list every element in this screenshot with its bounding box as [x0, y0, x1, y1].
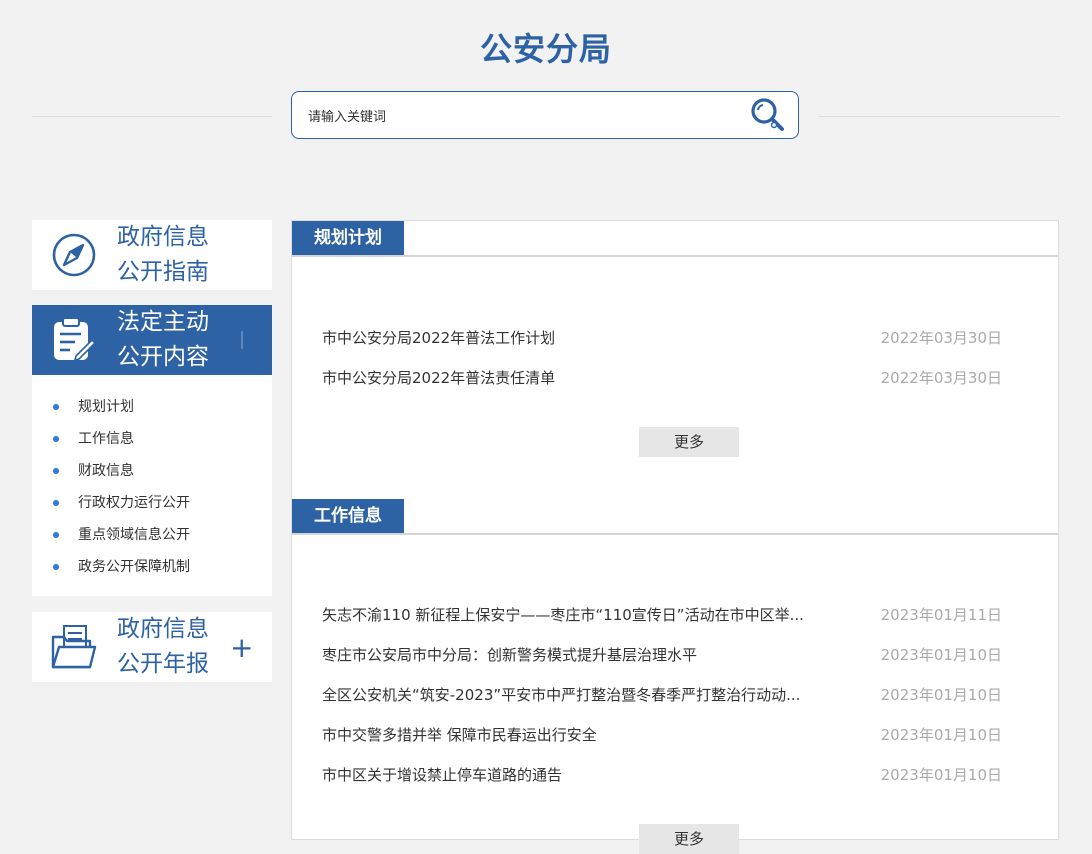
list-item: 市中公安分局2022年普法责任清单 2022年03月30日: [322, 363, 1002, 393]
label-line-1: 政府信息: [117, 224, 209, 250]
list-item: 矢志不渝110 新征程上保安宁——枣庄市“110宣传日”活动在市中区举... 2…: [322, 600, 1002, 630]
sidebar-item-annual-report[interactable]: 政府信息 公开年报 +: [32, 612, 272, 682]
bullet-icon: [53, 468, 59, 474]
list-item: 全区公安机关“筑安-2023”平安市中严打整治暨冬春季严打整治行动动... 20…: [322, 680, 1002, 710]
list-item-date: 2023年01月11日: [880, 606, 1002, 624]
sidebar-subitem-guarantee[interactable]: 政务公开保障机制: [32, 554, 272, 580]
search-icon: [751, 98, 784, 131]
sidebar-subitem-admin-power[interactable]: 行政权力运行公开: [32, 490, 272, 516]
bullet-icon: [53, 436, 59, 442]
list-item-date: 2022年03月30日: [880, 329, 1002, 347]
sidebar-subitem-label: 财政信息: [78, 463, 134, 479]
list-item: 市中区关于增设禁止停车道路的通告 2023年01月10日: [322, 760, 1002, 790]
content-panel: 规划计划 市中公安分局2022年普法工作计划 2022年03月30日 市中公安分…: [291, 220, 1059, 854]
sidebar-subitem-label: 政务公开保障机制: [78, 559, 190, 575]
expand-icon[interactable]: +: [230, 634, 253, 662]
bullet-icon: [53, 564, 59, 570]
bullet-icon: [53, 404, 59, 410]
sidebar-subitem-finance-info[interactable]: 财政信息: [32, 458, 272, 484]
sidebar-subitem-label: 规划计划: [78, 399, 134, 415]
list-item-date: 2022年03月30日: [880, 369, 1002, 387]
label-line-1: 政府信息: [117, 616, 209, 642]
clipboard-edit-icon: [54, 317, 97, 362]
list-item-date: 2023年01月10日: [880, 646, 1002, 664]
list-item: 市中交警多措并举 保障市民春运出行安全 2023年01月10日: [322, 720, 1002, 750]
label-line-2: 公开年报: [117, 651, 209, 677]
sidebar-subitem-plans[interactable]: 规划计划: [32, 394, 272, 420]
header-divider-right: [819, 116, 1060, 117]
header-divider-left: [32, 116, 272, 117]
sidebar-subitem-label: 重点领域信息公开: [78, 527, 190, 543]
search-input[interactable]: [306, 104, 730, 130]
section-tab[interactable]: 工作信息: [292, 499, 404, 533]
search-button[interactable]: [747, 95, 791, 135]
list-item-title[interactable]: 枣庄市公安局市中分局：创新警务模式提升基层治理水平: [322, 645, 862, 665]
label-line-2: 公开指南: [117, 259, 209, 285]
list-item-date: 2023年01月10日: [880, 766, 1002, 784]
section-divider: [292, 533, 1058, 535]
sidebar-item-label: 政府信息 公开指南: [117, 220, 227, 290]
sidebar-subitem-work-info[interactable]: 工作信息: [32, 426, 272, 452]
list-item-date: 2023年01月10日: [880, 686, 1002, 704]
bullet-icon: [53, 500, 59, 506]
more-button[interactable]: 更多: [639, 427, 739, 457]
bullet-icon: [53, 532, 59, 538]
label-line-1: 法定主动: [117, 309, 209, 335]
list-item: 枣庄市公安局市中分局：创新警务模式提升基层治理水平 2023年01月10日: [322, 640, 1002, 670]
list-item-title[interactable]: 市中公安分局2022年普法责任清单: [322, 368, 862, 388]
section-header-work-info: 工作信息: [292, 499, 1058, 535]
list-item: 市中公安分局2022年普法工作计划 2022年03月30日: [322, 323, 1002, 353]
sidebar-subitem-label: 工作信息: [78, 431, 134, 447]
search-box: [291, 91, 799, 139]
more-button[interactable]: 更多: [639, 824, 739, 854]
list-item-title[interactable]: 市中公安分局2022年普法工作计划: [322, 328, 862, 348]
compass-icon: [52, 233, 96, 277]
sidebar-item-disclosure-guide[interactable]: 政府信息 公开指南: [32, 220, 272, 290]
sidebar-sub-list: 规划计划 工作信息 财政信息 行政权力运行公开 重点领域信息公开 政务公开保障机…: [32, 375, 272, 596]
folder-documents-icon: [51, 625, 97, 669]
section-header-plans: 规划计划: [292, 221, 1058, 257]
list-item-date: 2023年01月10日: [880, 726, 1002, 744]
list-item-title[interactable]: 市中交警多措并举 保障市民春运出行安全: [322, 725, 862, 745]
list-item-title[interactable]: 全区公安机关“筑安-2023”平安市中严打整治暨冬春季严打整治行动动...: [322, 685, 862, 705]
section-tab[interactable]: 规划计划: [292, 221, 404, 255]
list-item-title[interactable]: 矢志不渝110 新征程上保安宁——枣庄市“110宣传日”活动在市中区举...: [322, 605, 862, 625]
sidebar-subitem-label: 行政权力运行公开: [78, 495, 190, 511]
sidebar-item-statutory-content[interactable]: 法定主动 公开内容: [32, 305, 272, 375]
section-divider: [292, 255, 1058, 257]
sidebar-item-label: 政府信息 公开年报: [117, 612, 227, 682]
collapse-icon[interactable]: [241, 331, 243, 349]
label-line-2: 公开内容: [117, 344, 209, 370]
sidebar-item-label: 法定主动 公开内容: [117, 305, 227, 375]
page-title: 公安分局: [479, 30, 612, 68]
list-item-title[interactable]: 市中区关于增设禁止停车道路的通告: [322, 765, 862, 785]
sidebar-subitem-key-areas[interactable]: 重点领域信息公开: [32, 522, 272, 548]
